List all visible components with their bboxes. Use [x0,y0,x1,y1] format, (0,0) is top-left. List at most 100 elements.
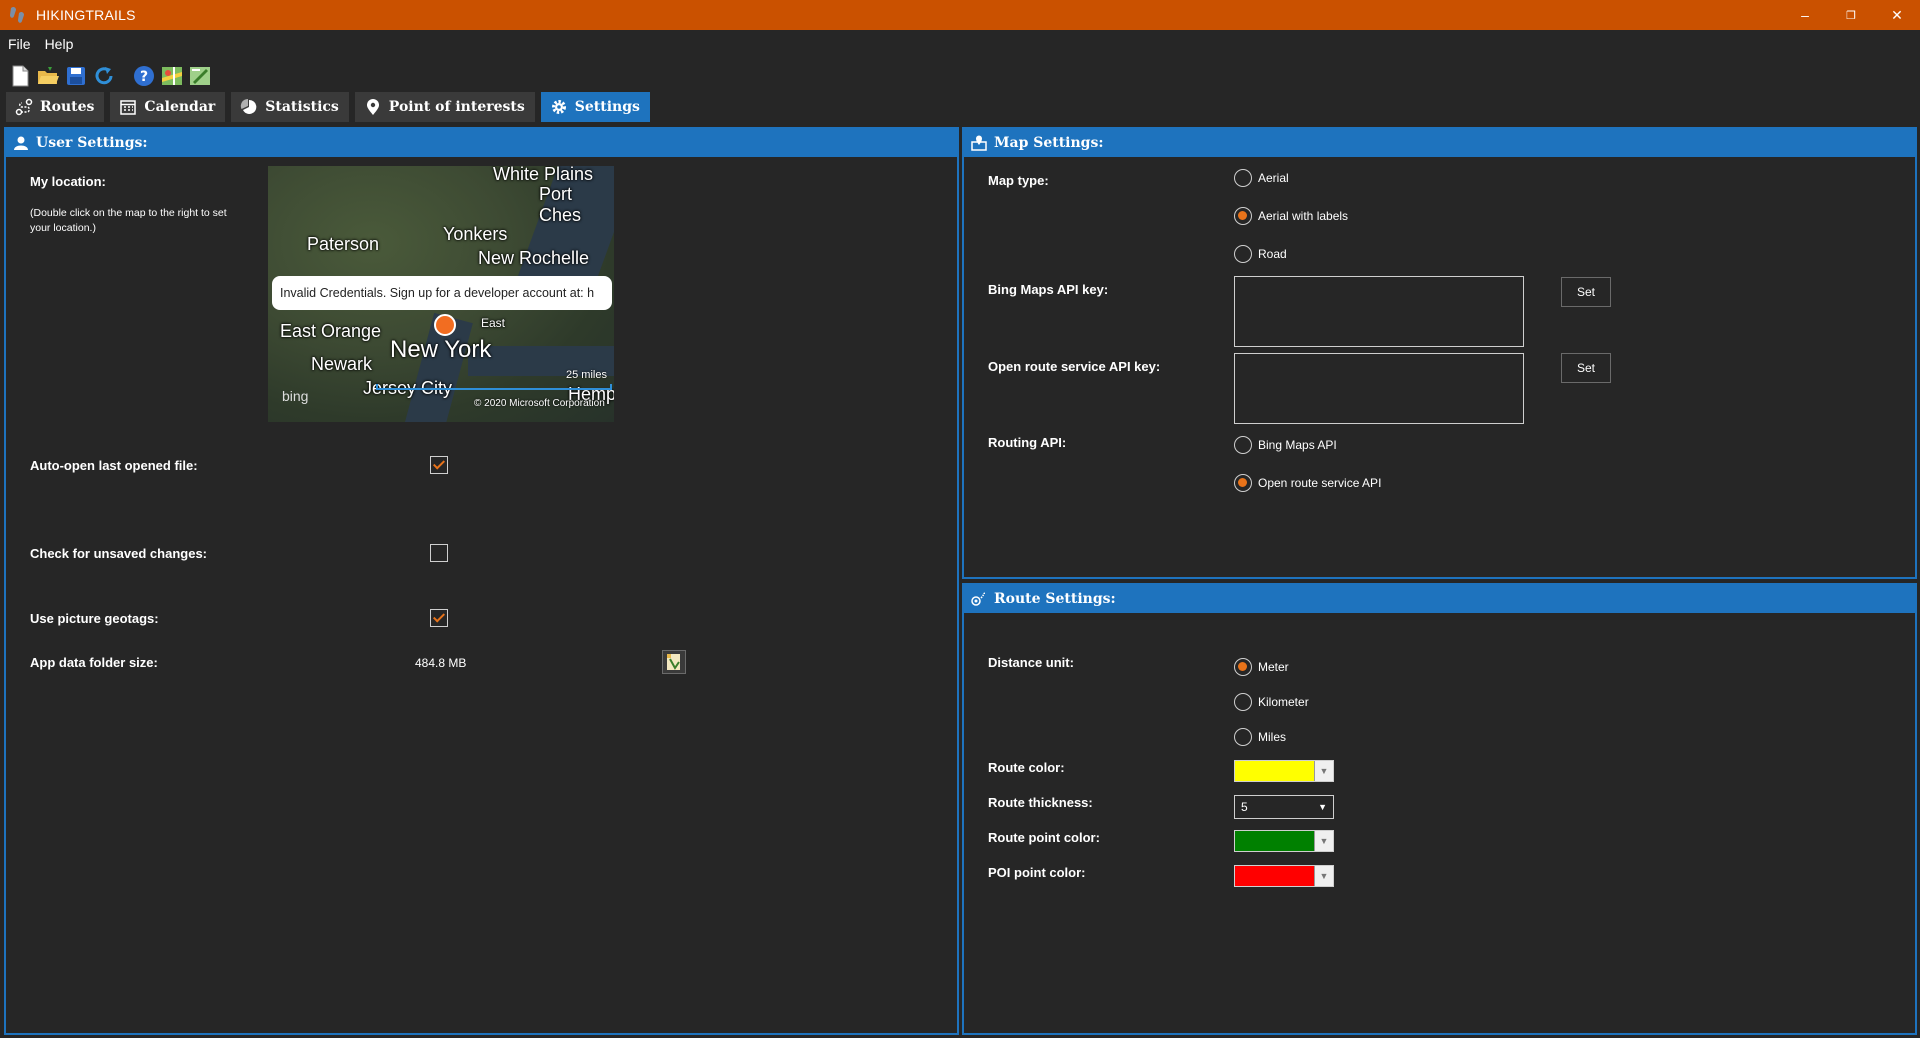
location-map[interactable]: White Plains Port Ches Paterson Yonkers … [268,166,614,422]
map-scale-bar [376,384,612,390]
gear-icon [549,97,569,117]
route-color-picker[interactable]: ▼ [1234,760,1334,782]
chevron-down-icon: ▼ [1318,802,1327,812]
unit-meter-radio[interactable] [1234,658,1252,676]
poi-color-picker[interactable]: ▼ [1234,865,1334,887]
routing-bing-label: Bing Maps API [1258,438,1337,452]
map-place: Yonkers [443,224,508,244]
route-color-swatch [1235,761,1315,781]
tab-statistics[interactable]: Statistics [231,92,349,122]
routing-ors-label: Open route service API [1258,476,1382,490]
map-scale-label: 25 miles [566,369,607,381]
unit-kilometer-radio[interactable] [1234,693,1252,711]
map-type-road-radio[interactable] [1234,245,1252,263]
tab-point-of-interests[interactable]: Point of interests [354,92,535,122]
pin-icon [363,97,383,117]
tab-calendar[interactable]: Calendar [110,92,226,122]
tab-label: Routes [40,99,95,115]
map-place-city: New York [390,336,492,363]
toolbar: ? [8,64,212,90]
routing-api-label: Routing API: [988,435,1067,450]
tab-settings[interactable]: Settings [540,92,650,122]
check-unsaved-label: Check for unsaved changes: [30,546,207,561]
tab-label: Settings [574,99,640,115]
thickness-value: 5 [1241,800,1248,814]
map-type-road-label: Road [1258,247,1287,261]
user-icon [12,134,30,152]
map-type-aerial-label: Aerial [1258,171,1289,185]
route-icon [14,97,34,117]
poi-color-swatch [1235,866,1315,886]
minimize-button[interactable]: – [1782,0,1828,30]
route-thickness-select[interactable]: 5 ▼ [1234,795,1334,819]
chevron-down-icon: ▼ [1315,866,1333,886]
route-settings-panel: Route Settings: [962,583,1917,1035]
menu-file[interactable]: File [8,36,31,52]
unit-miles-label: Miles [1258,730,1287,744]
unit-miles-radio[interactable] [1234,728,1252,746]
auto-open-label: Auto-open last opened file: [30,458,198,473]
help-icon[interactable]: ? [132,64,156,88]
open-folder-icon[interactable] [36,64,60,88]
set-ors-key-button[interactable]: Set [1561,353,1611,383]
check-icon [432,457,446,470]
tab-routes[interactable]: Routes [6,92,105,122]
menu-bar: File Help [0,30,1920,58]
panel-title: Route Settings: [994,591,1116,607]
tab-label: Point of interests [388,99,525,115]
bing-key-input[interactable] [1234,276,1524,347]
refresh-icon[interactable] [92,64,116,88]
close-button[interactable]: ✕ [1874,0,1920,30]
routing-ors-radio[interactable] [1234,474,1252,492]
auto-open-checkbox[interactable] [430,456,448,474]
distance-unit-label: Distance unit: [988,655,1074,670]
route-point-color-picker[interactable]: ▼ [1234,830,1334,852]
bing-key-label: Bing Maps API key: [988,282,1109,297]
app-logo-icon [6,4,28,26]
menu-help[interactable]: Help [45,36,74,52]
unit-kilometer-label: Kilometer [1258,695,1309,709]
unit-meter-label: Meter [1258,660,1289,674]
map-place: East [481,316,506,330]
map-place: Paterson [307,234,380,254]
route-point-color-swatch [1235,831,1315,851]
route-thickness-label: Route thickness: [988,795,1093,810]
map-type-aerial-radio[interactable] [1234,169,1252,187]
map-place: Port Ches [539,184,582,225]
map-icon[interactable] [160,64,184,88]
map-edit-icon[interactable] [188,64,212,88]
chevron-down-icon: ▼ [1315,761,1333,781]
ors-key-label: Open route service API key: [988,359,1161,374]
routing-bing-radio[interactable] [1234,436,1252,454]
open-folder-button[interactable] [662,650,686,674]
map-place: East Orange [280,321,382,341]
route-settings-header: Route Settings: [964,585,1915,613]
route-color-label: Route color: [988,760,1065,775]
check-unsaved-checkbox[interactable] [430,544,448,562]
geotags-checkbox[interactable] [430,609,448,627]
restore-button[interactable]: ❐ [1828,0,1874,30]
map-type-aerial-labels-radio[interactable] [1234,207,1252,225]
folder-size-label: App data folder size: [30,655,158,670]
ors-key-input[interactable] [1234,353,1524,424]
location-pin-icon [434,314,456,336]
my-location-label: My location: [30,174,106,189]
map-settings-header: Map Settings: [964,129,1915,157]
poi-color-label: POI point color: [988,865,1086,880]
new-file-icon[interactable] [8,64,32,88]
check-icon [432,610,446,623]
map-place: New Rochelle [478,248,590,268]
map-attribution: © 2020 Microsoft Corporation [474,398,605,409]
folder-size-value: 484.8 MB [415,656,467,670]
title-bar: HIKINGTRAILS – ❐ ✕ [0,0,1920,30]
save-icon[interactable] [64,64,88,88]
panel-title: Map Settings: [994,135,1104,151]
map-place: Newark [311,354,373,374]
set-bing-key-button[interactable]: Set [1561,277,1611,307]
tab-bar: Routes Calendar Statistics Point of inte… [6,92,650,122]
my-location-hint: (Double click on the map to the right to… [30,207,227,234]
panel-title: User Settings: [36,135,148,151]
map-type-label: Map type: [988,173,1049,188]
tab-label: Calendar [144,99,216,115]
chevron-down-icon: ▼ [1315,831,1333,851]
